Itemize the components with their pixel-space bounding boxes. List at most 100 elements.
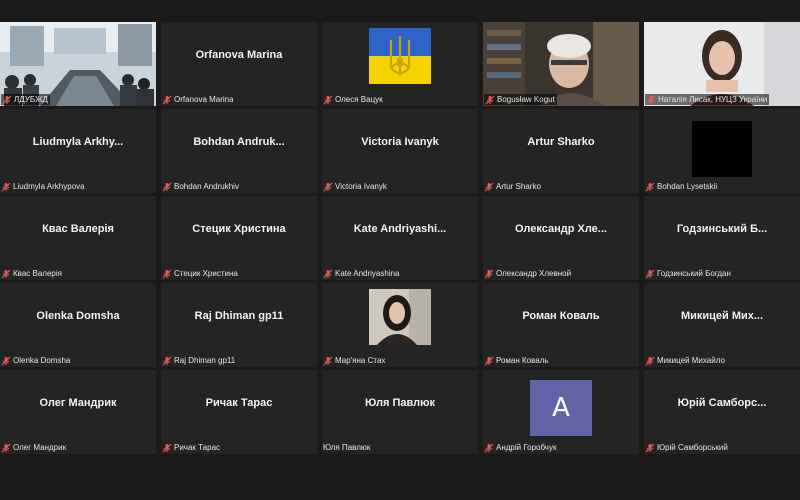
- participant-tile[interactable]: Роман Коваль Роман Коваль: [483, 283, 639, 367]
- participant-tile[interactable]: Olenka Domsha Olenka Domsha: [0, 283, 156, 367]
- participant-name-label: Bogusław Kogut: [484, 94, 557, 105]
- participant-name-text: Наталія Лисак, НУЦЗ України: [658, 95, 768, 104]
- participant-name-label: Олег Мандрик: [1, 442, 66, 453]
- participant-name-label: Ричак Тарас: [162, 442, 220, 453]
- participant-name-label: Годзинський Богдан: [645, 268, 731, 279]
- participant-name-label: Микицей Михайло: [645, 355, 725, 366]
- mic-muted-icon: [484, 356, 494, 365]
- participant-name-text: Orfanova Marina: [174, 95, 234, 104]
- participant-tile[interactable]: Микицей Мих... Микицей Михайло: [644, 283, 800, 367]
- participant-name-label: Мар'яна Стах: [323, 355, 385, 366]
- mic-muted-icon: [323, 182, 333, 191]
- participant-tile[interactable]: Kate Andriyashi... Kate Andriyashina: [322, 196, 478, 280]
- participant-name-text: Victoria Ivanyk: [335, 182, 387, 191]
- participant-display-name: Юля Павлюк: [364, 397, 436, 409]
- participant-name-label: Юля Павлюк: [323, 442, 370, 453]
- mic-muted-icon: [645, 356, 655, 365]
- participant-name-label: Стецик Христина: [162, 268, 238, 279]
- participant-display-name: Роман Коваль: [522, 310, 600, 322]
- participant-name-text: Bohdan Andrukhiv: [174, 182, 239, 191]
- participant-tile[interactable]: Bohdan Andruk... Bohdan Andrukhiv: [161, 109, 317, 193]
- participant-name-text: Квас Валерія: [13, 269, 62, 278]
- participant-tile[interactable]: ЛДУБЖД: [0, 22, 156, 106]
- mic-muted-icon: [485, 95, 495, 104]
- participant-tile[interactable]: Годзинський Б... Годзинський Богдан: [644, 196, 800, 280]
- mic-muted-icon: [1, 269, 11, 278]
- participant-name-label: Bohdan Andrukhiv: [162, 181, 239, 192]
- flag-avatar: [369, 28, 431, 84]
- participant-tile[interactable]: A Андрій Горобчук: [483, 370, 639, 454]
- participant-name-label: Bohdan Lysetskii: [645, 181, 717, 192]
- participant-display-name: Victoria Ivanyk: [361, 136, 439, 148]
- participant-display-name: Olenka Domsha: [36, 310, 120, 322]
- participant-display-name: Ричак Тарас: [205, 397, 273, 409]
- mic-muted-icon: [2, 95, 12, 104]
- participant-display-name: Олександр Хле...: [515, 223, 607, 235]
- mic-muted-icon: [484, 443, 494, 452]
- participant-name-text: Мар'яна Стах: [335, 356, 386, 365]
- participant-display-name: Kate Andriyashi...: [353, 223, 447, 235]
- photo-avatar: [369, 289, 431, 345]
- mic-muted-icon: [162, 443, 172, 452]
- participant-tile[interactable]: Orfanova Marina Orfanova Marina: [161, 22, 317, 106]
- participant-name-label: Роман Коваль: [484, 355, 549, 366]
- mic-muted-icon: [162, 95, 172, 104]
- participant-tile[interactable]: Bogusław Kogut: [483, 22, 639, 106]
- participant-name-text: Роман Коваль: [496, 356, 549, 365]
- mic-muted-icon: [484, 269, 494, 278]
- blank-avatar: [692, 121, 752, 177]
- participant-display-name: Стецик Христина: [192, 223, 286, 235]
- participant-display-name: Юрій Самборс...: [677, 397, 767, 409]
- participant-name-text: Юля Павлюк: [323, 443, 371, 452]
- mic-muted-icon: [162, 269, 172, 278]
- participant-display-name: Raj Dhiman gp11: [194, 310, 284, 322]
- participant-name-text: Стецик Христина: [174, 269, 238, 278]
- participant-name-text: Artur Sharko: [496, 182, 541, 191]
- mic-muted-icon: [162, 182, 172, 191]
- participant-name-label: Олеся Вацук: [323, 94, 383, 105]
- participant-name-text: Микицей Михайло: [657, 356, 725, 365]
- participant-tile[interactable]: Квас Валерія Квас Валерія: [0, 196, 156, 280]
- participant-name-text: Олександр Хлевной: [496, 269, 572, 278]
- participant-name-label: Андрій Горобчук: [484, 442, 556, 453]
- mic-muted-icon: [646, 95, 656, 104]
- participant-tile[interactable]: Олег Мандрик Олег Мандрик: [0, 370, 156, 454]
- mic-muted-icon: [484, 182, 494, 191]
- mic-muted-icon: [645, 182, 655, 191]
- participant-display-name: Микицей Мих...: [680, 310, 764, 322]
- participant-tile[interactable]: Олександр Хле... Олександр Хлевной: [483, 196, 639, 280]
- participant-tile[interactable]: Artur Sharko Artur Sharko: [483, 109, 639, 193]
- participant-name-text: ЛДУБЖД: [14, 95, 48, 104]
- participant-name-text: Юрій Самборський: [657, 443, 728, 452]
- participants-grid: ЛДУБЖД Orfanova Marina Orfanova Marina Ол…: [0, 22, 800, 456]
- mic-muted-icon: [162, 356, 172, 365]
- participant-name-text: Liudmyla Arkhypova: [13, 182, 85, 191]
- participant-display-name: Квас Валерія: [42, 223, 114, 235]
- participant-tile[interactable]: Стецик Христина Стецик Христина: [161, 196, 317, 280]
- participant-tile[interactable]: Олеся Вацук: [322, 22, 478, 106]
- mic-muted-icon: [645, 443, 655, 452]
- mic-muted-icon: [1, 443, 11, 452]
- mic-muted-icon: [645, 269, 655, 278]
- participant-tile[interactable]: Liudmyla Arkhy... Liudmyla Arkhypova: [0, 109, 156, 193]
- participant-display-name: Artur Sharko: [527, 136, 595, 148]
- participant-tile[interactable]: Юрій Самборс... Юрій Самборський: [644, 370, 800, 454]
- participant-tile[interactable]: Юля Павлюк Юля Павлюк: [322, 370, 478, 454]
- participant-name-text: Bohdan Lysetskii: [657, 182, 718, 191]
- participant-tile[interactable]: Мар'яна Стах: [322, 283, 478, 367]
- participant-tile[interactable]: Raj Dhiman gp11 Raj Dhiman gp11: [161, 283, 317, 367]
- participant-name-label: Наталія Лисак, НУЦЗ України: [645, 94, 770, 105]
- mic-muted-icon: [1, 182, 11, 191]
- participant-name-label: Liudmyla Arkhypova: [1, 181, 85, 192]
- participant-display-name: Liudmyla Arkhy...: [32, 136, 124, 148]
- participant-name-text: Bogusław Kogut: [497, 95, 555, 104]
- participant-tile[interactable]: Bohdan Lysetskii: [644, 109, 800, 193]
- participant-name-label: Olenka Domsha: [1, 355, 70, 366]
- participant-name-label: Orfanova Marina: [162, 94, 234, 105]
- participant-tile[interactable]: Victoria Ivanyk Victoria Ivanyk: [322, 109, 478, 193]
- mic-muted-icon: [323, 95, 333, 104]
- participant-tile[interactable]: Наталія Лисак, НУЦЗ України: [644, 22, 800, 106]
- participant-name-label: Квас Валерія: [1, 268, 62, 279]
- participant-name-text: Olenka Domsha: [13, 356, 71, 365]
- participant-tile[interactable]: Ричак Тарас Ричак Тарас: [161, 370, 317, 454]
